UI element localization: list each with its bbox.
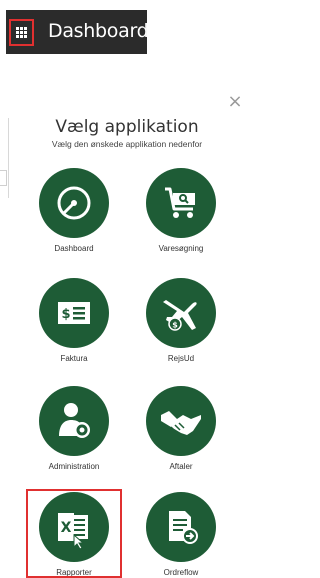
app-label: Administration <box>48 462 100 471</box>
app-label: RejsUd <box>167 354 195 363</box>
app-tile-aftaler[interactable]: Aftaler <box>136 386 226 471</box>
document-arrow-icon <box>146 492 216 562</box>
app-label: Dashboard <box>54 244 94 253</box>
modal-title: Vælg applikation <box>55 117 199 137</box>
app-tile-varesogning[interactable]: Varesøgning <box>136 168 226 253</box>
plane-money-icon: $ <box>146 278 216 348</box>
top-bar: Dashboard <box>6 10 149 54</box>
app-label: Faktura <box>60 354 88 363</box>
svg-text:$: $ <box>61 307 70 322</box>
app-label: Varesøgning <box>158 244 204 253</box>
page-title: Dashboard <box>48 20 149 42</box>
app-launcher-button[interactable] <box>9 19 34 46</box>
invoice-icon: $ <box>39 278 109 348</box>
shopping-cart-search-icon <box>146 168 216 238</box>
app-label: Ordreflow <box>163 568 199 577</box>
user-gear-icon <box>39 386 109 456</box>
app-tile-rejsud[interactable]: $ RejsUd <box>136 278 226 363</box>
handshake-icon <box>146 386 216 456</box>
close-icon[interactable]: × <box>227 93 243 111</box>
app-label: Aftaler <box>169 462 193 471</box>
svg-text:$: $ <box>172 321 178 330</box>
app-tile-administration[interactable]: Administration <box>29 386 119 471</box>
background-panel-tab <box>0 170 7 186</box>
app-tile-ordreflow[interactable]: Ordreflow <box>136 492 226 577</box>
grid-icon <box>16 27 27 38</box>
gauge-icon <box>39 168 109 238</box>
modal-subtitle: Vælg den ønskede applikation nedenfor <box>51 139 203 149</box>
highlight-box <box>26 489 122 578</box>
app-tile-faktura[interactable]: $ Faktura <box>29 278 119 363</box>
app-tile-dashboard[interactable]: Dashboard <box>29 168 119 253</box>
